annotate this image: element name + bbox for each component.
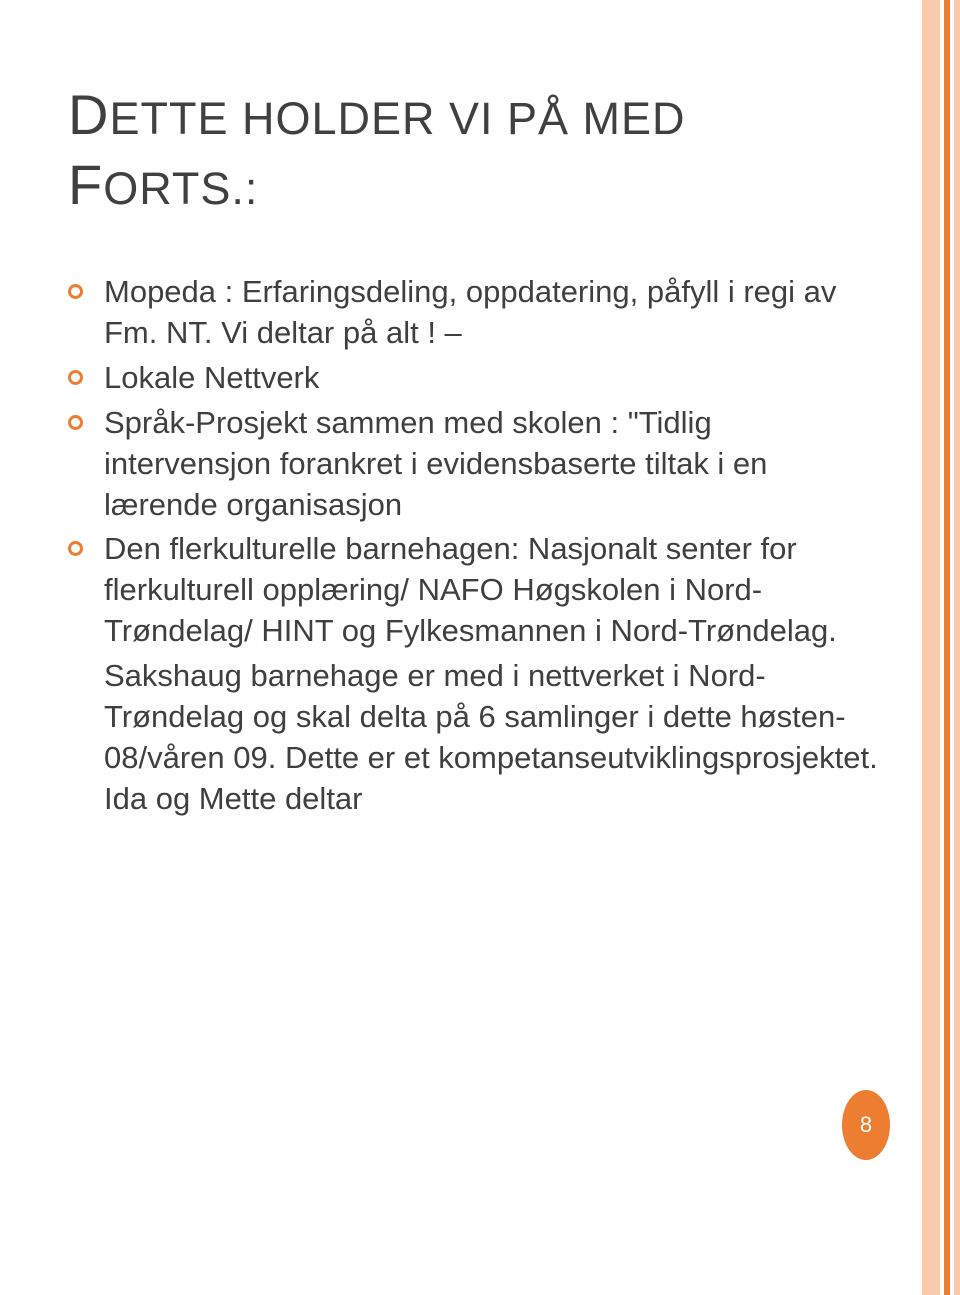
content-area: DETTE HOLDER VI PÅ MED FORTS.: Mopeda : … <box>0 0 922 1295</box>
title-line2-firstletter: F <box>68 153 103 216</box>
decorative-right-border <box>922 0 960 1295</box>
list-item: Den flerkulturelle barnehagen: Nasjonalt… <box>68 529 882 652</box>
page-number: 8 <box>860 1112 872 1138</box>
list-item-text: Språk-Prosjekt sammen med skolen : "Tidl… <box>104 405 767 522</box>
slide: DETTE HOLDER VI PÅ MED FORTS.: Mopeda : … <box>0 0 960 1295</box>
list-item: Språk-Prosjekt sammen med skolen : "Tidl… <box>68 403 882 526</box>
list-item-text: Lokale Nettverk <box>104 360 319 395</box>
title-line2-rest: ORTS.: <box>103 163 258 214</box>
bullet-icon <box>68 284 83 299</box>
list-item-text: Den flerkulturelle barnehagen: Nasjonalt… <box>104 531 837 648</box>
list-item-text: Sakshaug barnehage er med i nettverket i… <box>104 658 878 816</box>
bullet-icon <box>68 541 83 556</box>
slide-title: DETTE HOLDER VI PÅ MED FORTS.: <box>68 80 882 220</box>
list-item-text: Mopeda : Erfaringsdeling, oppdatering, p… <box>104 274 836 350</box>
list-item-continuation: Sakshaug barnehage er med i nettverket i… <box>68 656 882 820</box>
bullet-list: Mopeda : Erfaringsdeling, oppdatering, p… <box>68 272 882 820</box>
title-line1-rest: ETTE HOLDER VI PÅ MED <box>109 93 685 144</box>
list-item: Lokale Nettverk <box>68 358 882 399</box>
bullet-icon <box>68 370 83 385</box>
list-item: Mopeda : Erfaringsdeling, oppdatering, p… <box>68 272 882 354</box>
page-number-badge: 8 <box>842 1090 890 1160</box>
bullet-icon <box>68 415 83 430</box>
title-line1-firstletter: D <box>68 83 109 146</box>
